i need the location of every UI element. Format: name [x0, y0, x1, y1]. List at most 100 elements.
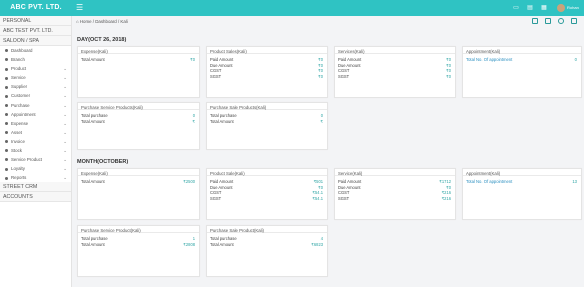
sidebar-section-saloon[interactable]: SALOON / SPA — [0, 36, 71, 46]
stat-value: ₹216 — [441, 195, 451, 201]
sidebar-item-customer[interactable]: Customer ⌄ — [0, 91, 71, 100]
sidebar-item-service[interactable]: Service ⌄ — [0, 73, 71, 82]
day-purchase-service-card: Purchase Service Products(Kali) Total pu… — [77, 102, 200, 150]
stat-label: Total purchase — [81, 236, 108, 241]
sidebar-item-loyalty[interactable]: Loyalty ⌄ — [0, 164, 71, 173]
bullet-icon — [5, 149, 8, 153]
chevron-down-icon[interactable]: ⌄ — [63, 73, 67, 82]
sidebar-item-service-product[interactable]: Service Product ⌄ — [0, 155, 71, 164]
breadcrumb: ⌂ Home / Dashboard / Kali — [76, 19, 128, 24]
stat-label: Paid Amount — [210, 179, 234, 184]
sidebar-item-product[interactable]: Product ⌄ — [0, 64, 71, 73]
chevron-down-icon[interactable]: ⌄ — [63, 173, 67, 182]
day-services-card: Services(Kali) Paid Amount ₹0 Due Amount ₹0… — [334, 46, 456, 98]
chevron-down-icon[interactable]: ⌄ — [63, 101, 67, 110]
sidebar-item-stock[interactable]: Stock ⌄ — [0, 146, 71, 155]
sidebar-item-dashboard[interactable]: Dashboard — [0, 46, 71, 55]
chevron-down-icon[interactable]: ⌄ — [63, 110, 67, 119]
month-purchase-service-card: Purchase Service Product(Kali) Total pur… — [77, 225, 200, 277]
bullet-icon — [5, 49, 8, 53]
bullet-icon — [5, 158, 8, 162]
sidebar-item-appointment[interactable]: Appointment ⌄ — [0, 110, 71, 119]
month-section-title: MONTH(OCTOBER) — [77, 159, 129, 165]
month-appointment-link[interactable]: Total No. Of appointment 13 — [463, 179, 581, 185]
chevron-down-icon[interactable]: ⌄ — [63, 146, 67, 155]
stat-label: CGST — [210, 68, 222, 73]
bullet-icon — [5, 140, 8, 144]
top-bar: ABC PVT. LTD. ☰ ▭ ▤ ▦ Rohan — [0, 0, 584, 16]
stat-value: ₹2808 — [183, 241, 195, 247]
sidebar-item-invoice[interactable]: Invoice ⌄ — [0, 137, 71, 146]
sidebar-item-asset[interactable]: Asset ⌄ — [0, 128, 71, 137]
bullet-icon — [5, 67, 8, 71]
stat-label: Total purchase — [210, 113, 237, 118]
stat-label: Total Amount — [81, 241, 105, 247]
user-name[interactable]: Rohan — [567, 3, 579, 13]
notification-icon[interactable]: ▦ — [540, 4, 548, 12]
chevron-down-icon[interactable]: ⌄ — [63, 164, 67, 173]
stat-label: Paid Amount — [338, 179, 362, 184]
toolbar-icon-1[interactable] — [532, 18, 538, 24]
stat-value: ₹54.1 — [312, 195, 323, 201]
month-expense-card: Expense(Kali) Total Amount ₹2500 — [77, 168, 200, 220]
day-expense-card: Expense(Kali) Total Amount ₹0 — [77, 46, 200, 98]
chevron-down-icon[interactable]: ⌄ — [63, 64, 67, 73]
stat-label: Total Amount — [81, 179, 105, 184]
toolbar-icon-4[interactable] — [571, 18, 577, 24]
bullet-icon — [5, 76, 8, 80]
day-purchase-sale-card: Purchase Sale Products(Kali) Total purch… — [206, 102, 328, 150]
sidebar-section-company[interactable]: ABC TEST PVT. LTD. — [0, 26, 71, 36]
stat-label: Paid Amount — [338, 57, 362, 62]
chevron-down-icon[interactable]: ⌄ — [63, 155, 67, 164]
stat-label: SGST — [338, 195, 350, 201]
day-appointment-link[interactable]: Total No. Of appointment 0 — [463, 57, 581, 63]
sidebar-item-expense[interactable]: Expense ⌄ — [0, 119, 71, 128]
chevron-down-icon[interactable]: ⌄ — [63, 128, 67, 137]
stat-label: SGST — [210, 195, 222, 201]
stat-label: Due Amount — [210, 184, 233, 190]
sidebar: PERSONAL ABC TEST PVT. LTD. SALOON / SPA… — [0, 16, 72, 287]
stat-row: Total Amount ₹ — [207, 119, 327, 125]
chat-icon[interactable]: ▤ — [526, 4, 534, 12]
stat-value: ₹0 — [446, 73, 451, 79]
bullet-icon — [5, 167, 8, 171]
bullet-icon — [5, 122, 8, 126]
stat-label: Total Amount — [81, 57, 105, 62]
stat-value: ₹0 — [190, 57, 195, 62]
chevron-down-icon[interactable]: ⌄ — [63, 137, 67, 146]
sidebar-item-supplier[interactable]: Supplier ⌄ — [0, 82, 71, 91]
toolbar-icon-3[interactable] — [558, 18, 564, 24]
stat-value: ₹2500 — [183, 179, 195, 184]
bullet-icon — [5, 131, 8, 135]
sidebar-section-accounts[interactable]: ACCOUNTS — [0, 192, 71, 203]
mail-icon[interactable]: ▭ — [512, 4, 520, 12]
menu-toggle-icon[interactable]: ☰ — [76, 3, 86, 13]
sidebar-section-personal[interactable]: PERSONAL — [0, 16, 71, 26]
month-product-sale-card: Product Sale(Kali) Paid Amount ₹501 Due Am… — [206, 168, 328, 220]
stat-label: Total purchase — [81, 113, 108, 118]
sidebar-item-purchase[interactable]: Purchase ⌄ — [0, 101, 71, 110]
stat-label: SGST — [338, 73, 350, 79]
stat-row: SGST ₹0 — [207, 74, 327, 80]
stat-label: SGST — [210, 73, 222, 79]
sidebar-item-reports[interactable]: Reports ⌄ — [0, 173, 71, 182]
stat-row: Total Amount ₹0 — [78, 57, 199, 63]
chevron-down-icon[interactable]: ⌄ — [63, 82, 67, 91]
sidebar-item-branch[interactable]: Branch — [0, 55, 71, 64]
bullet-icon — [5, 176, 8, 180]
month-purchase-sale-card: Purchase Sale Product(Kali) Total purcha… — [206, 225, 328, 277]
month-appointment-card: Appointment(Kali) Total No. Of appointme… — [462, 168, 582, 220]
toolbar-icon-2[interactable] — [545, 18, 551, 24]
chevron-down-icon[interactable]: ⌄ — [63, 91, 67, 100]
stat-row: SGST ₹54.1 — [207, 196, 327, 202]
stat-row: Total Amount ₹ — [78, 119, 199, 125]
avatar[interactable] — [557, 4, 565, 12]
stat-row: SGST ₹216 — [335, 196, 455, 202]
chevron-down-icon[interactable]: ⌄ — [63, 119, 67, 128]
sidebar-section-street-crm[interactable]: STREET CRM — [0, 182, 71, 193]
stat-label: Due Amount — [210, 62, 233, 68]
main-content: ⌂ Home / Dashboard / Kali DAY(OCT 26, 20… — [72, 16, 584, 287]
day-section-title: DAY(OCT 26, 2018) — [77, 37, 127, 43]
brand-logo[interactable]: ABC PVT. LTD. — [0, 0, 72, 16]
stat-label: Total Amount — [81, 118, 105, 124]
